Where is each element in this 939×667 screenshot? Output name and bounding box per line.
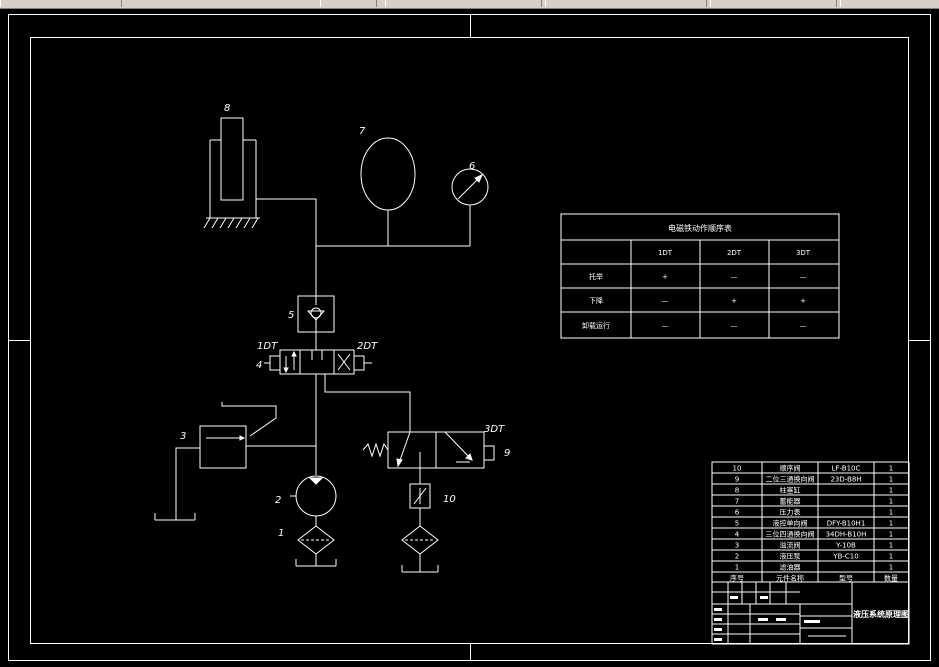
parts-cell-name: 压力表 <box>780 508 801 517</box>
cell: — <box>800 273 807 281</box>
parts-header-cell: 元件名称 <box>776 574 804 583</box>
parts-cell-model: LF-B10C <box>832 465 861 473</box>
parts-cell-no: 3 <box>735 542 739 550</box>
directional-valve-4 <box>264 349 372 375</box>
row-label: 下降 <box>589 296 603 305</box>
label-5: 5 <box>288 310 294 321</box>
cell: — <box>731 322 738 330</box>
parts-cell-qty: 1 <box>889 487 893 495</box>
oil-filter-2 <box>401 525 439 573</box>
parts-cell-no: 9 <box>735 476 739 484</box>
parts-header-cell: 型号 <box>839 574 853 583</box>
parts-cell-model: Y-10B <box>835 542 856 550</box>
relief-valve <box>154 402 316 521</box>
parts-cell-no: 7 <box>735 498 739 506</box>
parts-cell-qty: 1 <box>889 498 893 506</box>
parts-cell-model: 23D-B8H <box>830 476 861 484</box>
parts-cell-name: 液控单向阀 <box>773 519 808 528</box>
plunger-cylinder <box>203 117 260 229</box>
parts-cell-qty: 1 <box>889 520 893 528</box>
parts-cell-model: YB-C10 <box>832 553 858 561</box>
col-header: 2DT <box>727 249 742 257</box>
parts-cell-name: 三位四通换向阀 <box>766 530 815 539</box>
parts-cell-name: 柱塞缸 <box>780 486 801 495</box>
solenoid-2dt: 2DT <box>357 341 378 352</box>
parts-cell-no: 1 <box>735 564 739 572</box>
col-header: 3DT <box>796 249 811 257</box>
cell: — <box>662 297 669 305</box>
solenoid-3dt: 3DT <box>484 424 505 435</box>
cell: + <box>662 273 668 281</box>
oil-filter <box>295 525 337 567</box>
parts-cell-model: DFY-B10H1 <box>827 520 866 528</box>
directional-valve-9 <box>362 431 495 469</box>
parts-cell-qty: 1 <box>889 531 893 539</box>
component-labels: 8 7 6 5 4 3 2 1 9 10 1DT 2DT 3DT <box>180 103 510 539</box>
parts-cell-qty: 1 <box>889 542 893 550</box>
parts-cell-no: 10 <box>733 465 742 473</box>
label-4: 4 <box>256 360 262 371</box>
parts-cell-qty: 1 <box>889 509 893 517</box>
cell: + <box>800 297 806 305</box>
label-9: 9 <box>504 448 510 459</box>
sequence-table: 电磁铁动作顺序表 1DT 2DT 3DT 托举 + — — 下降 — + + 卸… <box>582 223 811 330</box>
parts-cell-model: 34DH-B10H <box>826 531 867 539</box>
parts-header-cell: 数量 <box>884 574 898 583</box>
label-8: 8 <box>224 103 230 114</box>
parts-cell-no: 8 <box>735 487 739 495</box>
parts-cell-qty: 1 <box>889 476 893 484</box>
drawing-title: 液压系统原理图 <box>853 609 909 619</box>
label-10: 10 <box>443 494 456 505</box>
inner-frame <box>30 37 909 644</box>
parts-cell-no: 4 <box>735 531 740 539</box>
drawing-canvas: 8 7 6 5 4 3 2 1 9 10 1DT 2DT 3DT 电磁铁动作顺序… <box>8 14 931 661</box>
parts-cell-name: 蓄能器 <box>780 497 801 506</box>
label-7: 7 <box>359 126 366 137</box>
parts-cell-no: 5 <box>735 520 739 528</box>
parts-cell-name: 液压泵 <box>780 552 801 561</box>
label-6: 6 <box>469 161 475 172</box>
parts-cell-no: 2 <box>735 553 739 561</box>
cell: — <box>662 322 669 330</box>
accumulator <box>360 137 416 211</box>
cell: — <box>800 322 807 330</box>
row-label: 托举 <box>589 272 603 281</box>
hydraulic-pump <box>290 475 337 526</box>
cell: + <box>731 297 737 305</box>
parts-cell-name: 溢流阀 <box>780 541 801 550</box>
col-header: 1DT <box>658 249 673 257</box>
solenoid-1dt: 1DT <box>257 341 278 352</box>
parts-cell-name: 顺序阀 <box>780 464 801 473</box>
parts-cell-qty: 1 <box>889 553 893 561</box>
row-label: 卸载运行 <box>582 321 610 330</box>
label-1: 1 <box>278 528 284 539</box>
parts-cell-qty: 1 <box>889 465 893 473</box>
parts-cell-no: 6 <box>735 509 740 517</box>
parts-cell-qty: 1 <box>889 564 893 572</box>
label-2: 2 <box>275 495 281 506</box>
parts-list: 10 顺序阀 LF-B10C 1 9 二位三通换向阀 23D-B8H 1 8 柱塞缸 1 7 蓄能器 1 6… <box>730 464 898 583</box>
parts-cell-name: 二位三通换向阀 <box>766 475 815 484</box>
parts-cell-name: 滤油器 <box>780 563 801 572</box>
pilot-check-valve <box>297 295 335 333</box>
sequence-table-title: 电磁铁动作顺序表 <box>668 223 732 233</box>
cell: — <box>731 273 738 281</box>
label-3: 3 <box>180 431 186 442</box>
pressure-gauge <box>451 168 489 206</box>
sequence-valve <box>409 483 431 509</box>
parts-header-cell: 序号 <box>730 574 744 583</box>
